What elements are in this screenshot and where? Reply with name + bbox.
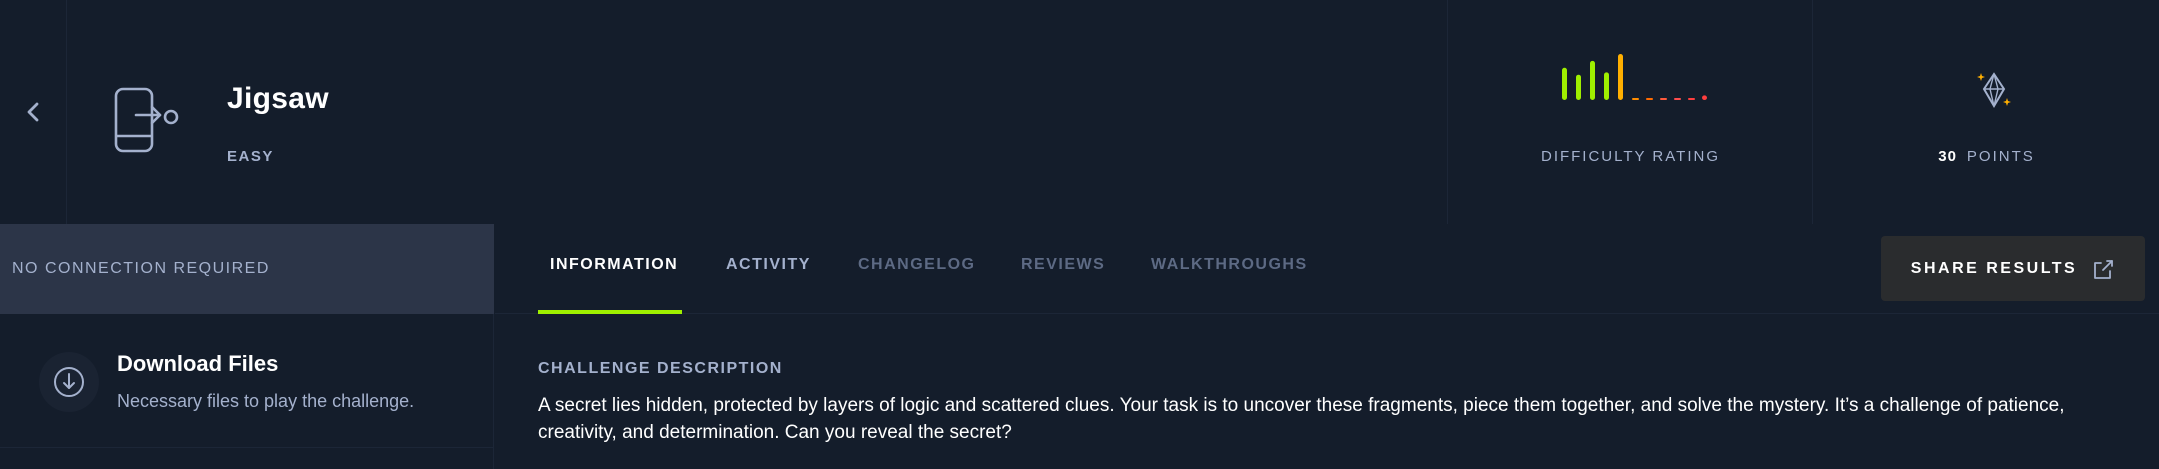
points-panel: 30 POINTS (1812, 0, 2159, 224)
points-label: POINTS (1966, 148, 2035, 165)
back-button[interactable] (0, 0, 67, 224)
share-icon (2094, 259, 2114, 279)
tab-bar: INFORMATION ACTIVITY CHANGELOG REVIEWS W… (495, 224, 2159, 314)
difficulty-bar (1590, 60, 1595, 100)
download-icon (39, 352, 99, 412)
difficulty-bar (1562, 67, 1567, 100)
active-tab-indicator (538, 310, 682, 314)
challenge-description-label: CHALLENGE DESCRIPTION (538, 360, 783, 377)
connection-status: NO CONNECTION REQUIRED (0, 224, 494, 314)
challenge-header: Jigsaw EASY DIFFICULTY RATING 30 POINTS (0, 0, 2159, 224)
difficulty-rating-chart (1562, 54, 1707, 100)
difficulty-rating: DIFFICULTY RATING (1447, 0, 1812, 224)
points-text: 30 POINTS (1813, 148, 2159, 165)
points-gem-icon (1977, 72, 2011, 108)
chevron-left-icon (27, 102, 39, 122)
download-files-item[interactable]: Download Files Necessary files to play t… (0, 314, 494, 448)
difficulty-bar (1604, 72, 1609, 100)
tab-walkthroughs[interactable]: WALKTHROUGHS (1151, 256, 1308, 274)
difficulty-bar (1632, 98, 1639, 100)
difficulty-bar (1646, 98, 1653, 100)
challenge-title: Jigsaw (227, 82, 329, 115)
difficulty-bar (1618, 54, 1623, 100)
points-value: 30 (1938, 148, 1957, 165)
difficulty-label: EASY (227, 148, 274, 165)
difficulty-bar (1702, 95, 1707, 100)
challenge-category-icon (114, 87, 179, 153)
difficulty-bar (1576, 74, 1581, 100)
difficulty-bar (1688, 98, 1695, 100)
tab-activity[interactable]: ACTIVITY (726, 256, 811, 274)
challenge-description-text: A secret lies hidden, protected by layer… (538, 395, 2065, 443)
download-subtitle: Necessary files to play the challenge. (117, 391, 415, 411)
share-results-label: SHARE RESULTS (1910, 259, 2078, 277)
share-results-button[interactable]: SHARE RESULTS (1881, 236, 2145, 301)
difficulty-rating-label: DIFFICULTY RATING (1540, 148, 1720, 165)
sidebar: NO CONNECTION REQUIRED Download Files Ne… (0, 224, 494, 469)
tab-information[interactable]: INFORMATION (550, 256, 678, 274)
download-title: Download Files (117, 351, 279, 376)
main-content: INFORMATION ACTIVITY CHANGELOG REVIEWS W… (495, 224, 2159, 469)
difficulty-bar (1674, 98, 1681, 100)
difficulty-bar (1660, 98, 1667, 100)
tab-reviews[interactable]: REVIEWS (1021, 256, 1105, 274)
tab-changelog[interactable]: CHANGELOG (858, 256, 976, 274)
